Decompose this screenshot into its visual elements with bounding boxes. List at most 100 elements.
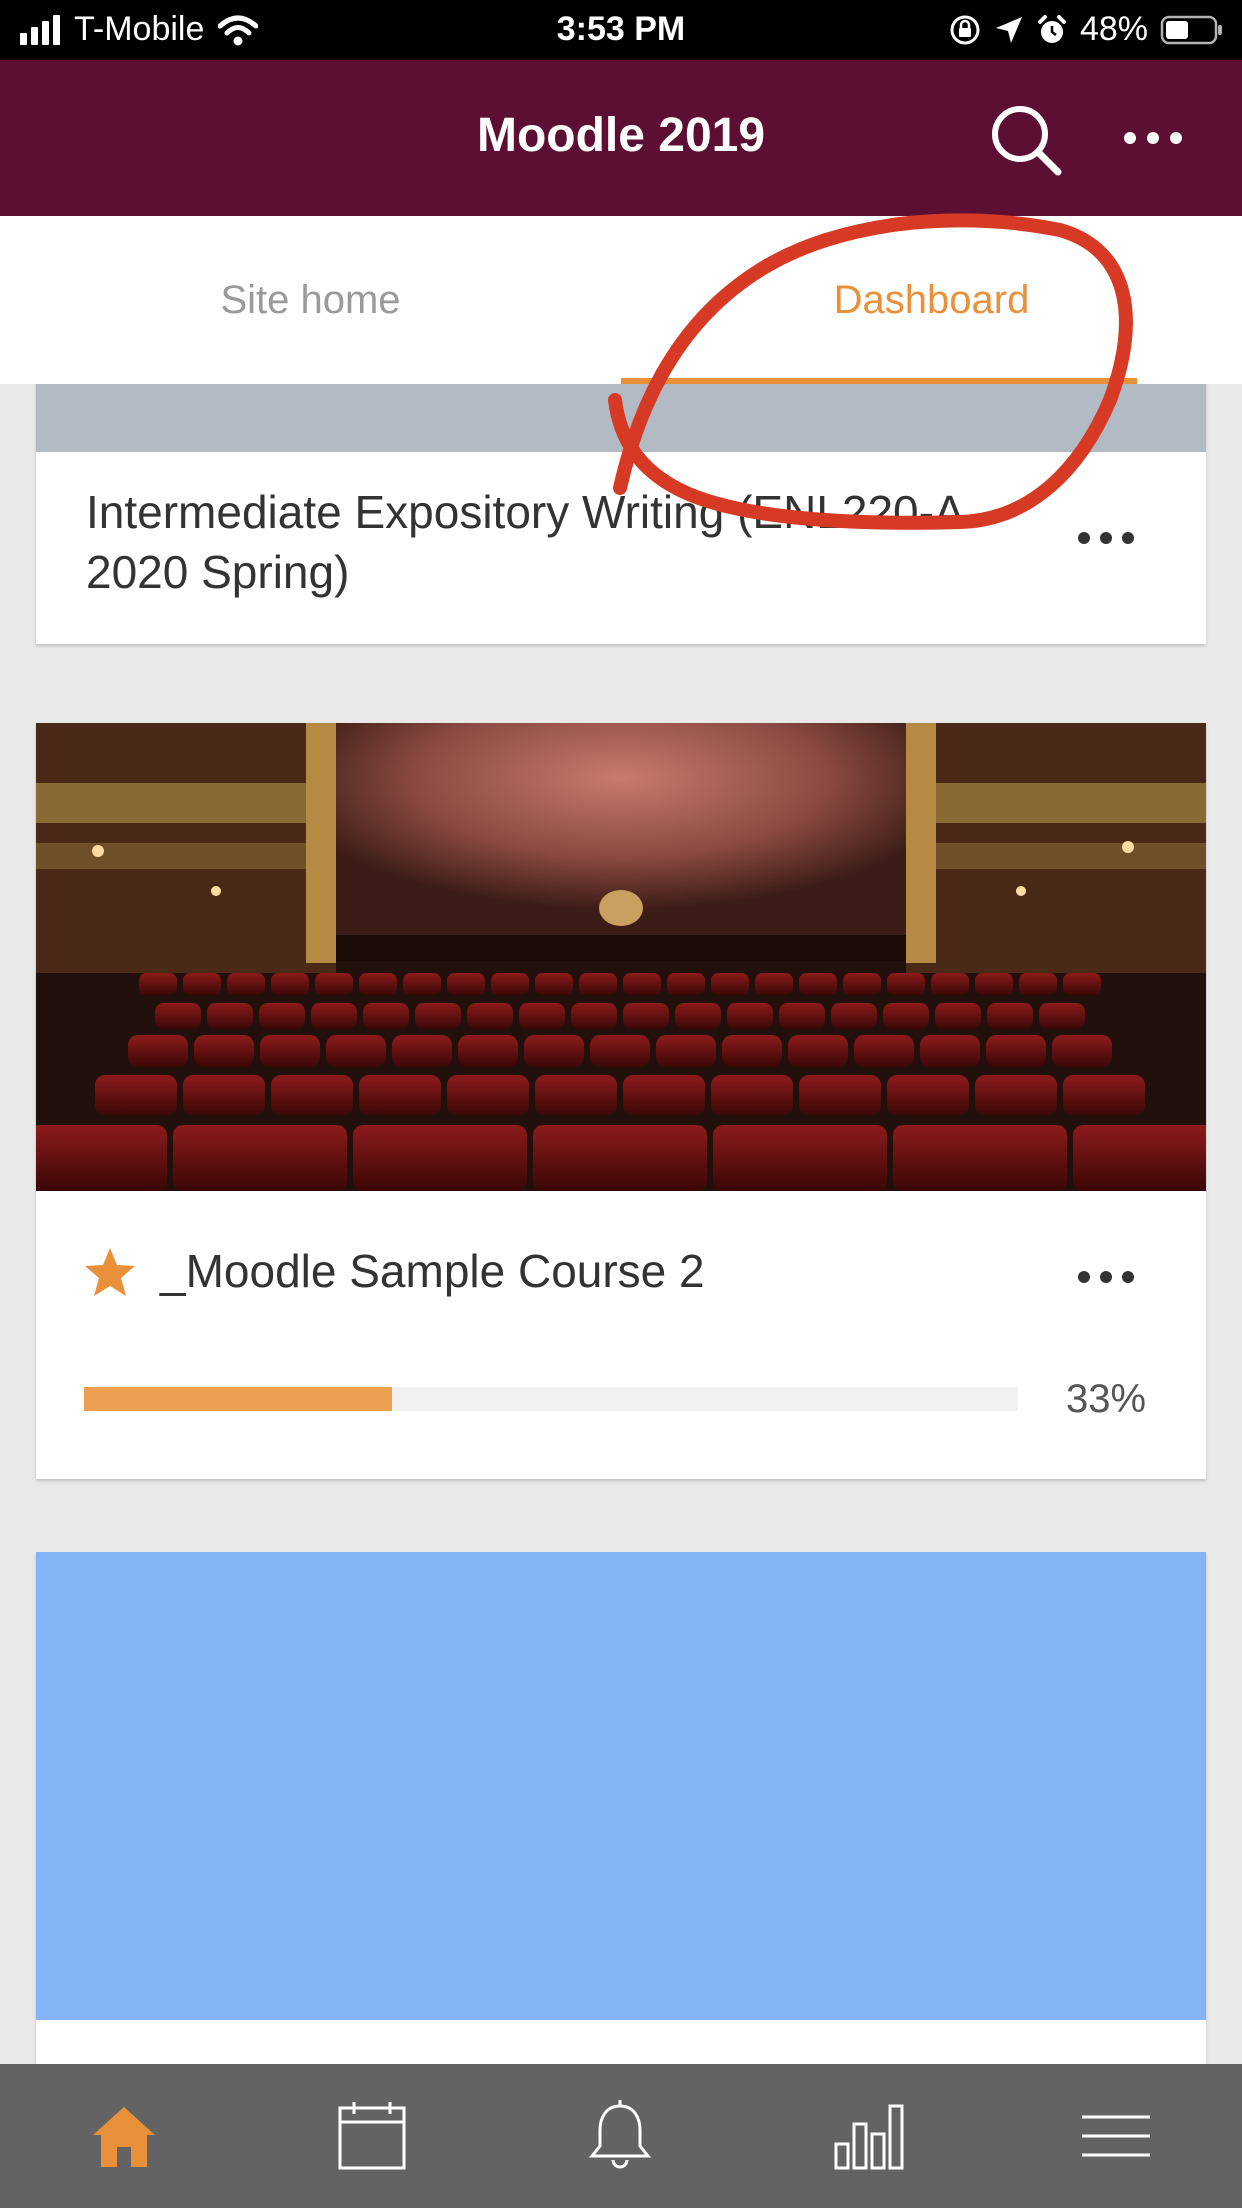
theater-seat (183, 1075, 265, 1115)
nav-calendar[interactable] (248, 2064, 496, 2208)
theater-seat (467, 1003, 513, 1029)
nav-more-menu[interactable] (992, 2064, 1240, 2208)
progress-bar (84, 1387, 1018, 1411)
nav-notifications[interactable] (496, 2064, 744, 2208)
search-icon[interactable] (986, 100, 1066, 180)
theater-seat (843, 973, 881, 995)
theater-seat (779, 1003, 825, 1029)
theater-seat (194, 1035, 254, 1067)
theater-seat (359, 1075, 441, 1115)
tab-site-home[interactable]: Site home (0, 216, 621, 384)
theater-seat (623, 973, 661, 995)
theater-seats-photo (36, 723, 1206, 1191)
theater-seat (727, 1003, 773, 1029)
theater-seat (755, 973, 793, 995)
theater-seat (271, 1075, 353, 1115)
theater-seat (353, 1125, 527, 1191)
course-options-button[interactable] (1078, 1267, 1138, 1287)
theater-seat (533, 1125, 707, 1191)
theater-seat (579, 973, 617, 995)
course-card[interactable]: _Moodle Sample Course 2 33% (36, 723, 1206, 1479)
battery-percent: 48% (1079, 10, 1148, 48)
theater-seat (259, 1003, 305, 1029)
theater-seat (656, 1035, 716, 1067)
theater-seat (571, 1003, 617, 1029)
tab-dashboard[interactable]: Dashboard (621, 216, 1242, 384)
theater-seat (711, 1075, 793, 1115)
location-arrow-icon (995, 16, 1022, 43)
progress-bar-fill (84, 1387, 393, 1411)
theater-seat (415, 1003, 461, 1029)
theater-seat (722, 1035, 782, 1067)
theater-seat (799, 973, 837, 995)
course-image (36, 1552, 1206, 2020)
theater-seat (935, 1003, 981, 1029)
theater-seat (155, 1003, 201, 1029)
nav-home[interactable] (0, 2064, 248, 2208)
theater-seat (975, 1075, 1057, 1115)
menu-icon (1082, 2115, 1150, 2157)
theater-seat (447, 973, 485, 995)
theater-seat (271, 973, 309, 995)
theater-seat (491, 973, 529, 995)
theater-seat (207, 1003, 253, 1029)
theater-seat (458, 1035, 518, 1067)
theater-seat (590, 1035, 650, 1067)
theater-seat (183, 973, 221, 995)
theater-seat (1019, 973, 1057, 995)
theater-seat (260, 1035, 320, 1067)
app-header: Moodle 2019 (0, 60, 1242, 216)
course-image (36, 384, 1206, 452)
theater-seat (831, 1003, 877, 1029)
theater-seat (363, 1003, 409, 1029)
theater-seat (392, 1035, 452, 1067)
theater-seat (1063, 1075, 1145, 1115)
theater-seat (315, 973, 353, 995)
theater-seat (535, 973, 573, 995)
theater-seat (36, 1125, 167, 1191)
home-icon (93, 2107, 155, 2167)
theater-seat (139, 973, 177, 995)
theater-seat (667, 973, 705, 995)
nav-grades[interactable] (744, 2064, 992, 2208)
theater-seat (227, 973, 265, 995)
theater-seat (519, 1003, 565, 1029)
course-image (36, 723, 1206, 1191)
theater-seat (326, 1035, 386, 1067)
more-options-icon[interactable] (1118, 118, 1188, 158)
course-name[interactable]: _Moodle Sample Course 2 (160, 1241, 705, 1301)
theater-seat (887, 1075, 969, 1115)
theater-seat (854, 1035, 914, 1067)
theater-seat (788, 1035, 848, 1067)
course-card[interactable] (36, 1552, 1206, 2064)
theater-seat (920, 1035, 980, 1067)
theater-seat (128, 1035, 188, 1067)
theater-seat (623, 1075, 705, 1115)
theater-seat (887, 973, 925, 995)
theater-seat (987, 1003, 1033, 1029)
app-screen: T-Mobile 3:53 PM 48% Moodle 2019 Site ho… (0, 0, 1242, 2208)
star-icon[interactable] (82, 1245, 138, 1301)
theater-seat (799, 1075, 881, 1115)
progress-percent: 33% (1066, 1377, 1147, 1421)
theater-seat (713, 1125, 887, 1191)
theater-seat (975, 973, 1013, 995)
theater-seat (447, 1075, 529, 1115)
theater-seat (675, 1003, 721, 1029)
theater-seat (403, 973, 441, 995)
theater-seat (893, 1125, 1067, 1191)
theater-seat (623, 1003, 669, 1029)
theater-seat (173, 1125, 347, 1191)
theater-seat (1052, 1035, 1112, 1067)
course-name[interactable]: Intermediate Expository Writing (ENL220-… (86, 482, 986, 602)
theater-seat (711, 973, 749, 995)
grades-chart-icon (834, 2104, 904, 2170)
bell-icon (588, 2100, 652, 2169)
tab-bar: Site home Dashboard (0, 216, 1242, 384)
theater-seat (1063, 973, 1101, 995)
theater-seat (986, 1035, 1046, 1067)
course-card[interactable]: Intermediate Expository Writing (ENL220-… (36, 384, 1206, 644)
course-options-button[interactable] (1078, 528, 1138, 548)
course-list[interactable]: Intermediate Expository Writing (ENL220-… (0, 384, 1242, 2064)
theater-seat (883, 1003, 929, 1029)
